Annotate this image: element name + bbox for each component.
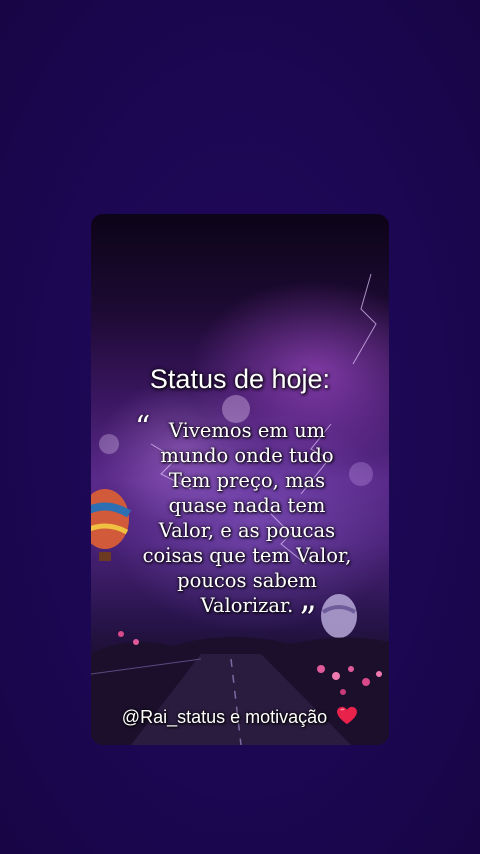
hot-air-balloon-left: [91, 489, 132, 561]
author-handle: @Rai_status e motivação: [121, 707, 328, 727]
status-title: Status de hoje:: [149, 364, 331, 394]
quote-text: Vivemos em um mundo onde tudo Tem preço,…: [131, 418, 363, 618]
quote-line: Vivemos em um: [168, 419, 326, 442]
quote-line: coisas que tem Valor,: [142, 544, 352, 567]
status-image-card: Status de hoje: “ Vivemos em um mundo on…: [91, 214, 389, 745]
quote-line: quase nada tem: [168, 494, 326, 517]
quote-line: poucos sabem: [177, 569, 317, 592]
quote-line: Valorizar.: [200, 594, 294, 617]
page-background: Status de hoje: “ Vivemos em um mundo on…: [0, 0, 480, 854]
quote-line: Valor, e as poucas: [158, 519, 336, 542]
red-heart-icon: [336, 706, 358, 730]
close-quote-icon: ”: [299, 599, 317, 639]
quote-line: Tem preço, mas: [168, 469, 326, 492]
author-credit: @Rai_status e motivação: [91, 706, 389, 730]
quote-line: mundo onde tudo: [160, 444, 334, 467]
